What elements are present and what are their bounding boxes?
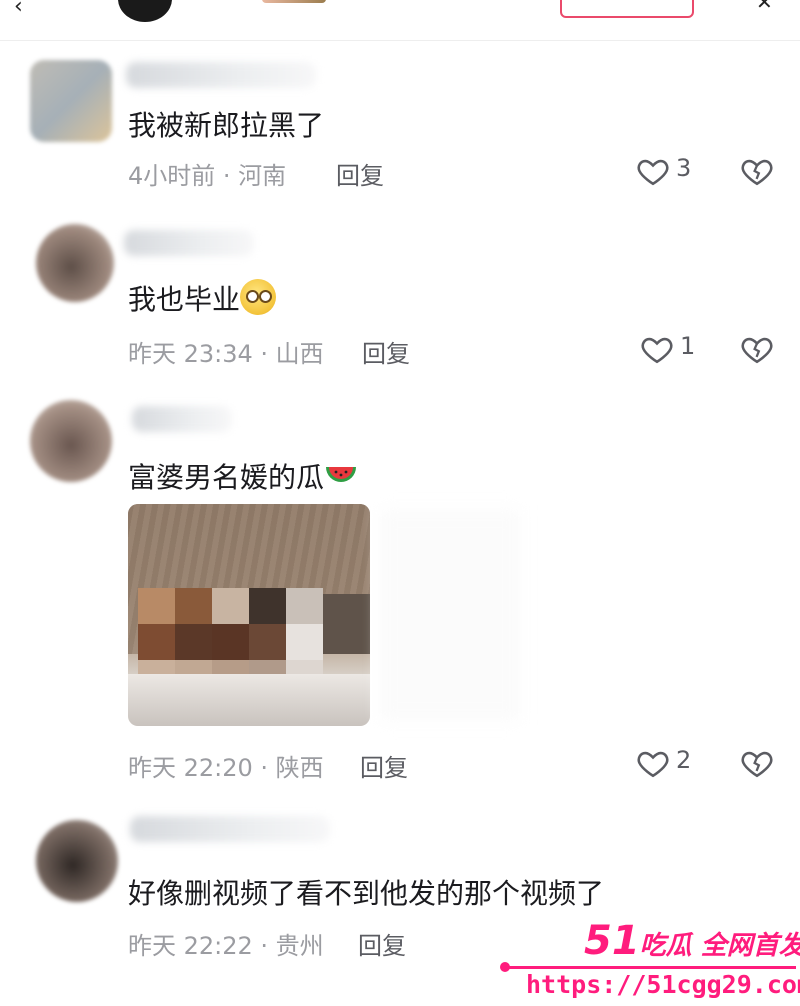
comment-meta: 昨天 23:34 · 山西	[128, 340, 324, 368]
watermark-url: https://51cgg29.com	[526, 970, 800, 999]
back-icon[interactable]: ‹	[14, 0, 23, 19]
author-badge-icon	[262, 0, 326, 3]
comment-text: 好像删视频了看不到他发的那个视频了	[128, 877, 605, 910]
heart-icon	[637, 751, 669, 778]
commenter-name-blurred[interactable]	[124, 230, 254, 256]
watermark-number: 51	[584, 918, 640, 964]
watermark-brand: 51吃瓜 全网首发	[584, 918, 800, 964]
commenter-avatar[interactable]	[36, 820, 118, 902]
dislike-icon[interactable]	[740, 746, 774, 780]
commenter-name-blurred[interactable]	[130, 816, 330, 842]
comment-image[interactable]	[128, 504, 370, 726]
comment-text-content: 我也毕业	[128, 283, 241, 316]
blurred-overlay	[380, 510, 520, 720]
commenter-name-blurred[interactable]	[126, 62, 316, 88]
comment-meta: 昨天 22:22 · 贵州	[128, 932, 324, 960]
image-bed	[128, 674, 370, 726]
comment-text-content: 富婆男名媛的瓜	[128, 461, 325, 494]
comment-meta: 4小时前 · 河南	[128, 162, 287, 190]
smile-emoji-icon	[240, 279, 277, 315]
heart-icon	[637, 159, 669, 186]
watermark-line	[508, 966, 796, 969]
comment-meta: 昨天 22:20 · 陕西	[128, 754, 324, 782]
reply-button[interactable]: 回复	[360, 748, 408, 783]
comment-item: 我也毕业 昨天 23:34 · 山西 回复 1	[0, 210, 800, 380]
close-icon[interactable]: ✕	[756, 0, 773, 14]
comment-item: 我被新郎拉黑了 4小时前 · 河南 回复 3	[0, 40, 800, 200]
comment-text: 我被新郎拉黑了	[128, 109, 325, 142]
like-count: 3	[676, 154, 692, 182]
like-button[interactable]: 2	[636, 746, 706, 782]
like-button[interactable]: 3	[636, 154, 706, 190]
commenter-avatar[interactable]	[36, 224, 114, 302]
reply-button[interactable]: 回复	[362, 334, 410, 369]
like-count: 1	[680, 332, 696, 360]
author-avatar[interactable]	[116, 0, 174, 24]
follow-button[interactable]	[560, 0, 694, 18]
watermelon-emoji-icon	[326, 467, 357, 482]
top-bar: ‹ ✕	[0, 0, 800, 41]
commenter-avatar[interactable]	[30, 60, 112, 142]
site-watermark: 51吃瓜 全网首发 https://51cgg29.com	[500, 908, 800, 1006]
like-button[interactable]: 1	[640, 332, 710, 368]
like-count: 2	[676, 746, 692, 774]
dislike-icon[interactable]	[740, 154, 774, 188]
commenter-avatar[interactable]	[30, 400, 112, 482]
watermark-text: 吃瓜 全网首发	[639, 931, 800, 961]
heart-icon	[641, 337, 673, 364]
commenter-name-blurred[interactable]	[132, 406, 232, 432]
reply-button[interactable]: 回复	[358, 926, 406, 961]
comment-text: 我也毕业	[128, 278, 277, 318]
comment-text: 富婆男名媛的瓜	[128, 456, 358, 496]
reply-button[interactable]: 回复	[336, 156, 384, 191]
dislike-icon[interactable]	[740, 332, 774, 366]
